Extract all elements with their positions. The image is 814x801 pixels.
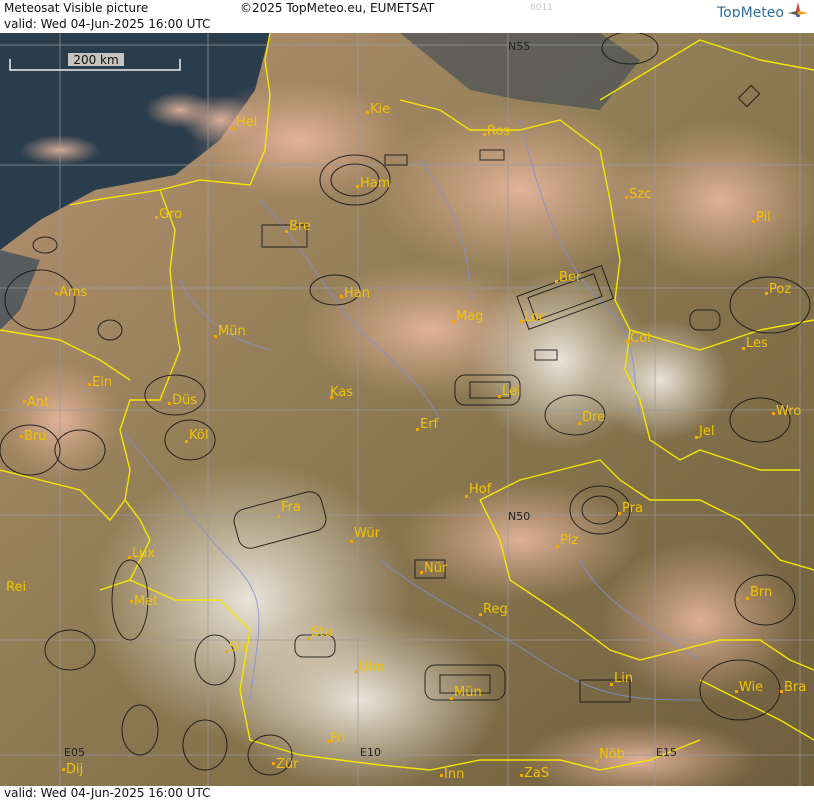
city-label[interactable]: Loc — [524, 310, 546, 325]
map-canvas: 200 km N55 N50 E05 E10 E15 Kie Hel Ros H… — [0, 33, 814, 786]
city-label[interactable]: Fri — [330, 731, 346, 746]
city-label[interactable]: Dre — [582, 410, 605, 425]
city-label[interactable]: Nür — [424, 561, 448, 576]
city-label[interactable]: Kie — [370, 102, 390, 117]
valid-time: valid: Wed 04-Jun-2025 16:00 UTC — [4, 17, 211, 31]
city-label[interactable]: Brn — [750, 585, 772, 600]
city-label[interactable]: Köl — [189, 428, 208, 443]
satellite-viewer: Meteosat Visible picture ©2025 TopMeteo.… — [0, 0, 814, 801]
city-label[interactable]: Les — [746, 336, 768, 351]
city-label[interactable]: Pra — [622, 501, 643, 516]
city-label[interactable]: Ulm — [359, 660, 385, 675]
city-label[interactable]: Plz — [560, 533, 578, 548]
city-label[interactable]: Ams — [59, 285, 88, 300]
validity-bar: valid: Wed 04-Jun-2025 16:00 UTC — [0, 17, 814, 34]
city-label[interactable]: Lin — [614, 671, 633, 686]
city-label[interactable]: Dij — [66, 762, 83, 777]
city-label[interactable]: Bre — [289, 219, 311, 234]
city-label[interactable]: Met — [134, 594, 158, 609]
city-label[interactable]: Lei — [502, 384, 521, 399]
city-label[interactable]: Gro — [159, 207, 182, 222]
city-label[interactable]: Fra — [281, 500, 301, 515]
city-label[interactable]: Bra — [784, 680, 806, 695]
city-label[interactable]: Szc — [629, 187, 651, 202]
city-label[interactable]: Zür — [276, 757, 299, 772]
city-label[interactable]: Inn — [444, 767, 464, 782]
city-label[interactable]: Wür — [354, 526, 381, 541]
city-label[interactable]: Mag — [456, 309, 483, 324]
grid-label: N55 — [508, 40, 530, 53]
city-label[interactable]: Wie — [739, 680, 763, 695]
city-label[interactable]: ZaS — [524, 766, 549, 781]
grid-label: E10 — [360, 746, 381, 759]
grid-label: E15 — [656, 746, 677, 759]
city-label[interactable]: Ant — [27, 395, 49, 410]
copyright: ©2025 TopMeteo.eu, EUMETSAT — [240, 1, 435, 15]
city-label[interactable]: Poz — [769, 282, 791, 297]
footer-bar: valid: Wed 04-Jun-2025 16:00 UTC — [0, 786, 814, 801]
city-label[interactable]: Han — [344, 286, 370, 301]
city-label[interactable]: Reg — [483, 602, 508, 617]
city-label[interactable]: Mün — [218, 324, 246, 339]
city-label[interactable]: Düs — [172, 393, 197, 408]
grid-label: N50 — [508, 510, 530, 523]
city-label[interactable]: Rei — [6, 580, 26, 595]
city-label[interactable]: Hel — [236, 115, 257, 130]
city-label[interactable]: Ein — [92, 375, 112, 390]
city-label[interactable]: Wro — [776, 404, 801, 419]
satellite-map[interactable]: 200 km N55 N50 E05 E10 E15 Kie Hel Ros H… — [0, 33, 814, 786]
city-label[interactable]: Ber — [559, 270, 582, 285]
header-bar: Meteosat Visible picture ©2025 TopMeteo.… — [0, 0, 814, 24]
scale-label: 200 km — [73, 53, 118, 67]
city-label[interactable]: Ham — [360, 176, 390, 191]
city-label[interactable]: Nöb — [599, 747, 625, 762]
city-label[interactable]: Bru — [24, 429, 47, 444]
image-code: 8011 — [530, 3, 553, 13]
grid-label: E05 — [64, 746, 85, 759]
city-label[interactable]: Pil — [756, 210, 771, 225]
city-label[interactable]: Cot — [630, 331, 652, 346]
city-label[interactable]: Hof — [469, 482, 492, 497]
city-label[interactable]: Jel — [698, 424, 714, 439]
cloud-field — [400, 480, 640, 600]
city-label[interactable]: Erf — [420, 417, 439, 432]
cloud-field — [145, 92, 215, 128]
city-label[interactable]: Mün — [454, 685, 482, 700]
city-label[interactable]: Kas — [330, 385, 353, 400]
city-label[interactable]: Lux — [132, 546, 155, 561]
footer-valid-time: valid: Wed 04-Jun-2025 16:00 UTC — [4, 786, 211, 800]
image-title: Meteosat Visible picture — [4, 1, 149, 15]
city-label[interactable]: Ros — [487, 124, 510, 139]
city-label[interactable]: Str — [229, 640, 248, 655]
city-label[interactable]: Stu — [311, 625, 333, 640]
